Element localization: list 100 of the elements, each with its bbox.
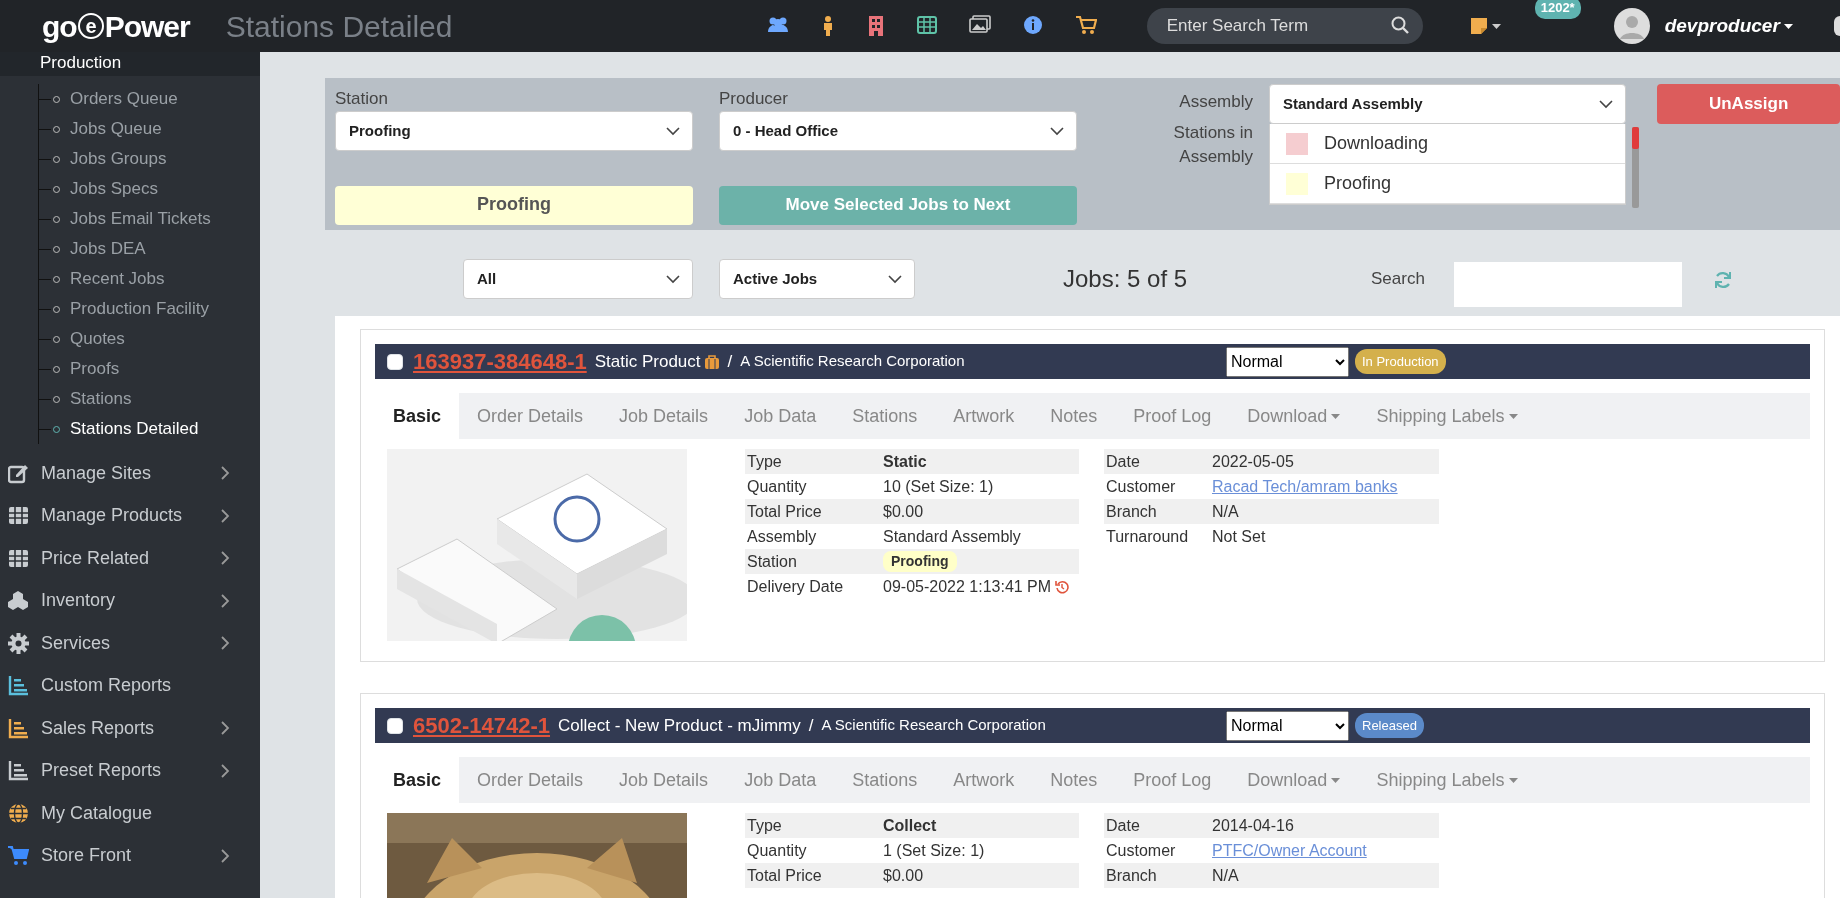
field-label: Producer xyxy=(719,88,789,110)
sidebar-section[interactable]: Production xyxy=(0,52,260,76)
tab[interactable]: Proof Log xyxy=(1115,393,1230,439)
chevron-down-icon xyxy=(666,274,680,284)
sidebar-item[interactable]: Jobs Specs xyxy=(70,176,158,202)
sidebar-item[interactable]: Production Facility xyxy=(70,296,209,322)
job-checkbox[interactable] xyxy=(387,717,403,734)
detail-label: Date xyxy=(1105,815,1141,836)
tab[interactable]: Artwork xyxy=(935,757,1033,803)
notes-menu[interactable] xyxy=(1469,17,1501,35)
detail-label: Station xyxy=(746,551,798,572)
page-title: Stations Detailed xyxy=(225,8,454,45)
status-filter-select[interactable]: Active Jobs xyxy=(719,259,915,299)
sidebar-item[interactable]: Jobs Email Tickets xyxy=(70,206,211,232)
detail-value: N/A xyxy=(1212,501,1239,522)
building-icon[interactable] xyxy=(866,15,885,37)
tab[interactable]: Artwork xyxy=(935,393,1033,439)
tab[interactable]: Shipping Labels xyxy=(1358,393,1536,439)
sidebar-item[interactable]: Sales Reports xyxy=(41,714,221,742)
tab[interactable]: Order Details xyxy=(459,393,602,439)
sidebar-item[interactable]: Jobs Groups xyxy=(70,146,167,172)
detail-label: Customer xyxy=(1105,840,1177,861)
detail-value: 10 (Set Size: 1) xyxy=(883,476,994,497)
chevron-down-icon xyxy=(1599,99,1613,109)
tab[interactable]: Download xyxy=(1229,757,1359,803)
tab[interactable]: Shipping Labels xyxy=(1358,757,1536,803)
tab[interactable]: Download xyxy=(1229,393,1359,439)
tab[interactable]: Order Details xyxy=(459,757,602,803)
priority-select[interactable]: Normal xyxy=(1226,346,1349,377)
sidebar-item[interactable]: Stations xyxy=(70,386,132,412)
tab[interactable]: Notes xyxy=(1032,757,1116,803)
info-icon[interactable] xyxy=(1022,15,1043,37)
chevron-down-icon xyxy=(1050,126,1064,136)
detail-value: $0.00 xyxy=(883,501,924,522)
sidebar-item[interactable]: Stations Detailed xyxy=(70,416,199,442)
scrollbar[interactable] xyxy=(1632,127,1640,208)
tab[interactable]: Basic xyxy=(375,757,460,803)
user-menu[interactable]: devproducer xyxy=(1664,11,1793,41)
station-select[interactable]: Proofing xyxy=(335,111,693,151)
producer-select[interactable]: 0 - Head Office xyxy=(719,111,1077,151)
sidebar-item[interactable]: Orders Queue xyxy=(70,86,178,112)
job-id-link[interactable]: 163937-384648-1 xyxy=(413,345,587,378)
cart-icon[interactable] xyxy=(1074,15,1097,37)
job-id-link[interactable]: 6502-14742-1 xyxy=(413,709,550,742)
detail-value: Static xyxy=(883,451,927,472)
sidebar-item[interactable]: Custom Reports xyxy=(41,672,221,700)
detail-value: 1 (Set Size: 1) xyxy=(883,840,985,861)
sidebar-item[interactable]: Store Front xyxy=(41,842,221,870)
tab[interactable]: Job Data xyxy=(726,393,835,439)
sidebar-item[interactable]: Proofs xyxy=(70,356,120,382)
table-icon[interactable] xyxy=(916,15,937,37)
sidebar-item[interactable]: Price Related xyxy=(41,544,221,572)
company-name: A Scientific Research Corporation xyxy=(821,715,1046,736)
tab[interactable]: Job Data xyxy=(726,757,835,803)
detail-value: 2022-05-05 xyxy=(1212,451,1294,472)
detail-value: Collect xyxy=(883,815,937,836)
search-field[interactable] xyxy=(1454,261,1682,307)
station-badge: Proofing xyxy=(883,551,957,572)
detail-label: Quantity xyxy=(746,476,808,497)
sidebar-item[interactable]: Manage Products xyxy=(41,502,221,530)
chevron-down-icon xyxy=(888,274,902,284)
sidebar-item[interactable]: Preset Reports xyxy=(41,757,221,785)
detail-value: 2014-04-16 xyxy=(1212,815,1294,836)
tab[interactable]: Stations xyxy=(834,393,936,439)
logo[interactable]: go e Power xyxy=(42,3,190,49)
station-name[interactable]: Proofing xyxy=(1324,170,1392,197)
field-label: Station xyxy=(335,88,389,110)
sidebar-item[interactable]: Inventory xyxy=(41,587,221,615)
priority-select[interactable]: Normal xyxy=(1226,710,1349,741)
detail-label: Turnaround xyxy=(1105,526,1190,547)
search-label: Search xyxy=(1371,268,1426,291)
type-filter-select[interactable]: All xyxy=(463,259,693,299)
detail-value: Standard Assembly xyxy=(883,526,1021,547)
job-checkbox[interactable] xyxy=(387,353,403,370)
assembly-select[interactable]: Standard Assembly xyxy=(1269,84,1626,124)
tab[interactable]: Job Details xyxy=(601,757,727,803)
sidebar-item[interactable]: Jobs DEA xyxy=(70,236,146,262)
detail-label: Delivery Date xyxy=(746,576,845,597)
unassign-button[interactable]: UnAssign xyxy=(1657,84,1840,124)
tab[interactable]: Job Details xyxy=(601,393,727,439)
sidebar-item[interactable]: Quotes xyxy=(70,326,125,352)
caret-icon xyxy=(1783,23,1793,29)
tab[interactable]: Stations xyxy=(834,757,936,803)
customer-link[interactable]: Racad Tech/amram banks xyxy=(1212,474,1398,499)
tab[interactable]: Basic xyxy=(375,393,460,439)
sidebar-item[interactable]: My Catalogue xyxy=(41,799,221,827)
customer-link[interactable]: PTFC/Owner Account xyxy=(1212,838,1367,863)
detail-label: Date xyxy=(1105,451,1141,472)
tab[interactable]: Proof Log xyxy=(1115,757,1230,803)
search-field[interactable]: Enter Search Term xyxy=(1146,8,1423,44)
avatar-icon[interactable] xyxy=(1613,8,1650,44)
history-icon[interactable] xyxy=(1055,579,1070,594)
detail-label: Customer xyxy=(1105,476,1177,497)
sidebar-item[interactable]: Jobs Queue xyxy=(70,116,162,142)
tab[interactable]: Notes xyxy=(1032,393,1116,439)
sidebar-item[interactable]: Manage Sites xyxy=(41,459,221,487)
sticky-note-icon xyxy=(1469,17,1488,35)
station-name[interactable]: Downloading xyxy=(1324,130,1429,157)
sidebar-item[interactable]: Services xyxy=(41,629,221,657)
sidebar-item[interactable]: Recent Jobs xyxy=(70,266,165,292)
